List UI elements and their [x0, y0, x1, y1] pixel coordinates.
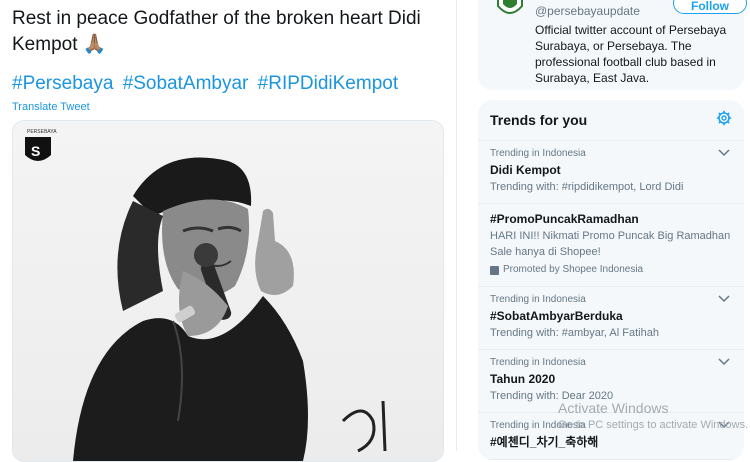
- tweet-text-body: Rest in peace Godfather of the broken he…: [12, 8, 421, 55]
- chevron-down-icon[interactable]: [718, 295, 730, 303]
- trends-title: Trends for you: [490, 112, 588, 128]
- activate-windows-subtitle: Go to PC settings to activate Windows.: [558, 419, 749, 431]
- activate-windows-title: Activate Windows: [558, 400, 669, 416]
- promoted-label: Promoted by Shopee Indonesia: [490, 262, 732, 278]
- profile-handle[interactable]: @persebayaupdate: [535, 4, 640, 18]
- chevron-down-icon[interactable]: [718, 358, 730, 366]
- tweet-photo[interactable]: PERSEBAYA S: [12, 120, 444, 462]
- trend-context: Trending in Indonesia: [490, 357, 586, 368]
- trend-item[interactable]: Trending in Indonesia Didi Kempot Trendi…: [478, 141, 744, 204]
- tweet: Rest in peace Godfather of the broken he…: [0, 0, 457, 462]
- trend-meta: Trending with: #ambyar, Al Fatihah: [490, 327, 659, 339]
- profile-bio: Official twitter account of Persebaya Su…: [535, 23, 727, 85]
- pray-emoji: 🙏🏽: [82, 34, 107, 55]
- gear-icon[interactable]: [716, 110, 732, 126]
- hashtags: #Persebaya #SobatAmbyar #RIPDidiKempot: [12, 73, 402, 95]
- club-avatar[interactable]: [495, 0, 525, 20]
- trend-name: Tahun 2020: [490, 372, 556, 386]
- trend-meta: Trending with: #ripdidikempot, Lord Didi: [490, 181, 684, 193]
- trend-item[interactable]: Trending in Indonesia #SobatAmbyarBerduk…: [478, 287, 744, 350]
- trend-context: Trending in Indonesia: [490, 148, 586, 159]
- trend-description: HARI INI!! Nikmati Promo Puncak Big Rama…: [490, 230, 731, 258]
- hashtag-persebaya[interactable]: #Persebaya: [12, 73, 113, 94]
- trend-name: Didi Kempot: [490, 163, 561, 177]
- logo-text: PERSEBAYA: [27, 129, 57, 135]
- persebaya-crest-icon: [497, 0, 523, 14]
- promoted-text: Promoted by Shopee Indonesia: [503, 264, 644, 275]
- svg-text:S: S: [31, 143, 40, 159]
- hashtag-sobatambyar[interactable]: #SobatAmbyar: [123, 73, 249, 94]
- trend-item-promoted[interactable]: #PromoPuncakRamadhan HARI INI!! Nikmati …: [478, 204, 744, 287]
- translate-tweet-link[interactable]: Translate Tweet: [12, 101, 90, 113]
- singer-photo: PERSEBAYA S: [25, 129, 387, 461]
- trend-name: #PromoPuncakRamadhan: [490, 212, 639, 226]
- persebaya-logo: PERSEBAYA S: [25, 129, 57, 161]
- trend-name: #예첸디_차기_축하해: [490, 435, 599, 449]
- trends-header: Trends for you: [478, 100, 744, 141]
- hashtag-ripdidikempot[interactable]: #RIPDidiKempot: [258, 73, 398, 94]
- tweet-text: Rest in peace Godfather of the broken he…: [12, 6, 432, 58]
- chevron-down-icon[interactable]: [718, 149, 730, 157]
- trend-name: #SobatAmbyarBerduka: [490, 309, 623, 323]
- promoted-icon: [490, 265, 499, 275]
- trend-context: Trending in Indonesia: [490, 294, 586, 305]
- follow-button[interactable]: Follow: [673, 0, 747, 14]
